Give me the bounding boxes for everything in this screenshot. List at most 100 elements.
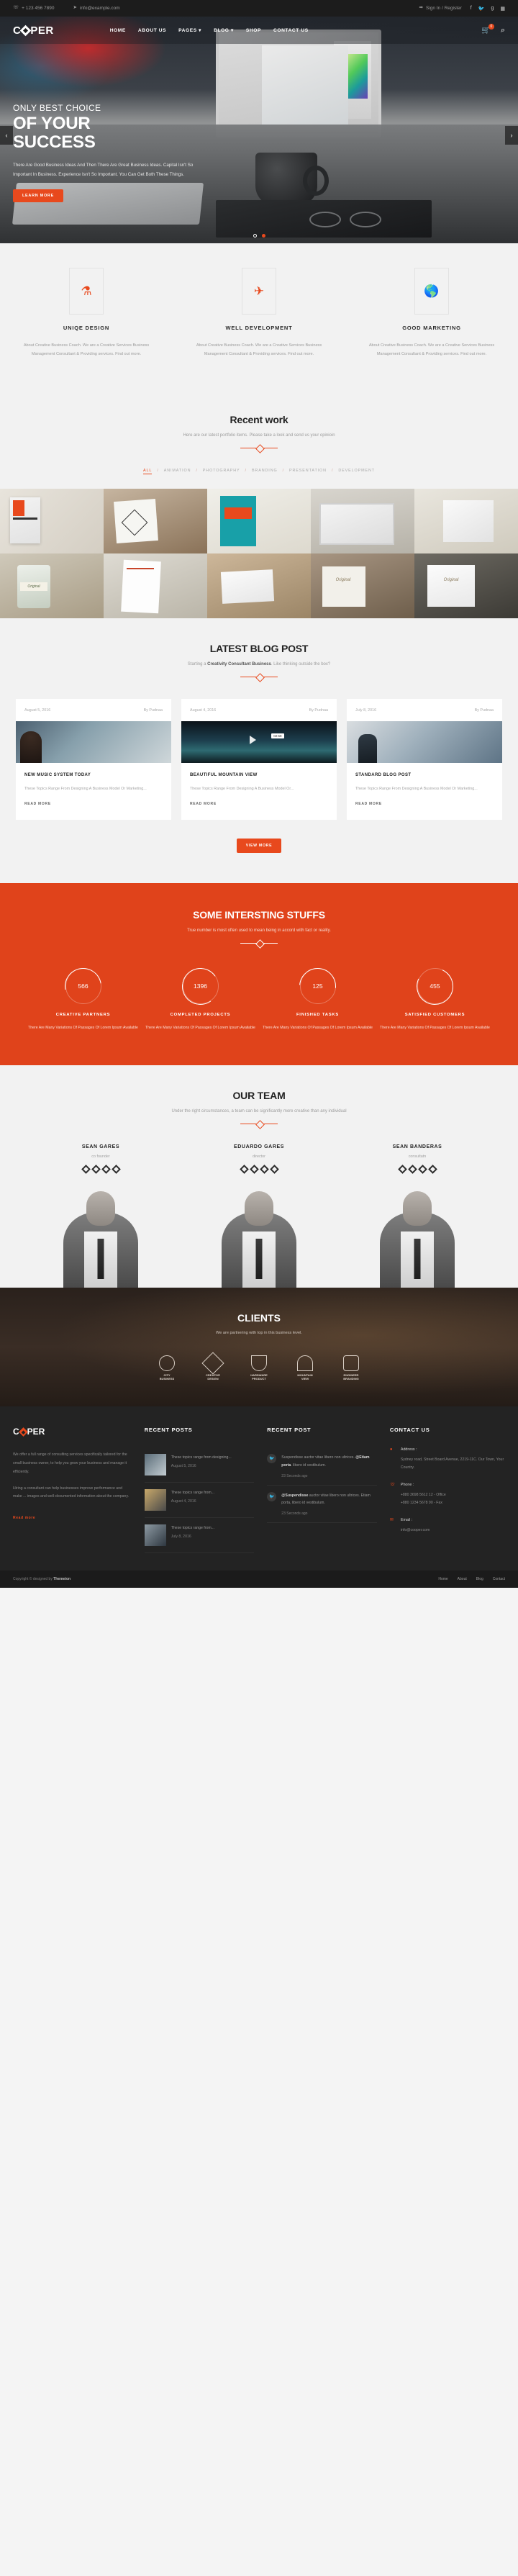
search-icon[interactable]: ⌕ [501,26,505,35]
topbar-email[interactable]: ➤ info@example.com [73,6,120,11]
portfolio-item[interactable] [207,488,311,553]
footer-logo[interactable]: C PER [13,1427,132,1437]
slider-next-button[interactable]: › [505,126,518,145]
footer-read-more-link[interactable]: Read more [13,1516,35,1520]
blog-post-title: NEW MUSIC SYSTEM TODAY [24,772,91,777]
slider-dot-1[interactable] [253,234,257,238]
portfolio-filters: ALL / ANIMATION / PHOTOGRAPHY / BRANDING… [0,469,518,474]
portfolio-item[interactable]: Original [0,553,104,618]
google-plus-icon[interactable]: g [491,6,494,12]
footer-tweet-item[interactable]: 🐦 @Suspendisse auctor vitae libero non u… [267,1486,377,1524]
signin-label: Sign In / Register [425,6,462,11]
counter-value: 455 [430,982,440,990]
service-description: About Creative Business Coach. We are a … [23,343,150,357]
filter-photography[interactable]: PHOTOGRAPHY [203,469,240,474]
filter-development[interactable]: DEVELOPMENT [338,469,375,474]
client-logo[interactable]: MOUNTAIN VIEW [291,1354,319,1381]
portfolio-item[interactable]: Original [311,553,414,618]
footer-nav-contact[interactable]: Contact [493,1577,505,1581]
contact-phone-value: +880 3698 5612 12 - Office +880 1234 567… [400,1493,446,1506]
filter-branding[interactable]: BRANDING [252,469,278,474]
filter-animation[interactable]: ANIMATION [164,469,191,474]
nav-item-blog[interactable]: BLOG ▾ [214,27,234,33]
nav-item-home[interactable]: HOME [110,28,126,33]
blog-subtitle-bold: Creativity Consultant Business [207,661,271,666]
logo-text-right: PER [30,24,54,37]
post-meta: These topics range from... August 4, 201… [171,1489,214,1511]
footer-tweet-item[interactable]: 🐦 Suspendisse auctor vitae libero non ul… [267,1447,377,1486]
portfolio-item[interactable] [0,488,104,553]
blog-date: August 5, 2016 [24,708,51,713]
behance-icon[interactable]: ▦ [500,6,505,12]
footer-nav-about[interactable]: About [458,1577,467,1581]
linkedin-icon[interactable] [269,1165,279,1175]
portfolio-item[interactable] [414,488,518,553]
footer-recent-post-item[interactable]: These topics range from... August 4, 201… [144,1483,255,1519]
counter-value: 566 [78,982,88,990]
nav-item-shop[interactable]: SHOP [246,28,261,33]
footer-recent-post-title: RECENT POST [267,1427,312,1434]
twitter-icon[interactable] [91,1165,101,1175]
counter-description: There Are Many Variations Of Passages Of… [28,1026,138,1031]
google-plus-icon[interactable] [417,1165,427,1175]
twitter-icon[interactable]: 🐦 [478,6,485,12]
blog-read-more-link[interactable]: READ MORE [355,802,382,806]
linkedin-icon[interactable] [427,1165,437,1175]
portfolio-item[interactable]: Original [414,553,518,618]
portfolio-item[interactable] [104,488,207,553]
client-logo[interactable]: HARDWARE PRODUCT [245,1354,273,1381]
filter-presentation[interactable]: PRESENTATION [289,469,327,474]
footer-recent-post-item[interactable]: These topics range from designing... Aug… [144,1447,255,1483]
slider-prev-button[interactable]: ‹ [0,126,13,145]
filter-separator: / [282,468,284,473]
linkedin-icon[interactable] [111,1165,121,1175]
blog-card[interactable]: August 4, 2016 By Pudnaa 02:58 BEAUTIFUL… [181,698,337,821]
portfolio-item[interactable] [207,553,311,618]
facebook-icon[interactable] [239,1165,249,1175]
top-bar: ☏ + 123 456 7890 ➤ info@example.com ➡ Si… [0,0,518,17]
footer-nav-blog[interactable]: Blog [476,1577,483,1581]
google-plus-icon[interactable] [101,1165,111,1175]
play-icon[interactable] [250,736,257,745]
service-title: WELL DEVELOPMENT [225,325,293,331]
topbar-phone[interactable]: ☏ + 123 456 7890 [13,6,55,11]
portfolio-title: Recent work [230,413,288,425]
post-meta: These topics range from... July 8, 2016 [171,1524,214,1546]
slider-dot-2[interactable] [261,234,265,238]
contact-email-value[interactable]: info@cooper.com [401,1527,505,1535]
blog-title: LATEST BLOG POST [209,642,309,654]
header-actions: 🛒 0 ⌕ [481,23,505,35]
facebook-icon[interactable]: f [471,6,472,12]
portfolio-item[interactable] [104,553,207,618]
facebook-icon[interactable] [81,1165,91,1175]
twitter-icon[interactable] [407,1165,417,1175]
service-card-unique-design: ⚗ UNIQE DESIGN About Creative Business C… [0,268,173,359]
cart-icon[interactable]: 🛒 0 [481,23,494,35]
portfolio-item[interactable] [311,488,414,553]
blog-read-more-link[interactable]: READ MORE [24,802,51,806]
client-logo[interactable]: CREATIVE DESIGN [199,1352,227,1381]
client-logos: CITY BUSINESS CREATIVE DESIGN HARDWARE PROD… [0,1352,518,1381]
hero-learn-more-button[interactable]: LEARN MORE [13,189,63,202]
facebook-icon[interactable] [397,1165,407,1175]
nav-item-pages[interactable]: PAGES ▾ [178,27,201,33]
nav-item-about-us[interactable]: ABOUT US [138,28,166,33]
view-more-button[interactable]: VIEW MORE [237,839,281,854]
footer-recent-post-item[interactable]: These topics range from... July 8, 2016 [144,1518,255,1554]
google-plus-icon[interactable] [259,1165,269,1175]
signin-register-link[interactable]: ➡ Sign In / Register [419,6,461,11]
blog-thumbnail-video[interactable]: 02:58 [181,720,337,763]
client-logo[interactable]: ENGINEER BRANDING [337,1354,365,1381]
filter-all[interactable]: ALL [143,469,153,474]
blog-card[interactable]: July 8, 2016 By Pudnaa STANDARD BLOG POS… [347,698,502,821]
footer-nav-home[interactable]: Home [438,1577,447,1581]
nav-item-contact-us[interactable]: CONTACT US [273,28,309,33]
page-root: ☏ + 123 456 7890 ➤ info@example.com ➡ Si… [0,0,518,1588]
blog-read-more-link[interactable]: READ MORE [190,802,217,806]
blog-date: August 4, 2016 [190,708,217,713]
client-logo[interactable]: CITY BUSINESS [153,1354,181,1381]
site-logo[interactable]: C PER [13,24,54,37]
blog-card[interactable]: August 5, 2016 By Pudnaa NEW MUSIC SYSTE… [16,698,171,821]
glasses-graphic [309,209,403,230]
twitter-icon[interactable] [249,1165,259,1175]
